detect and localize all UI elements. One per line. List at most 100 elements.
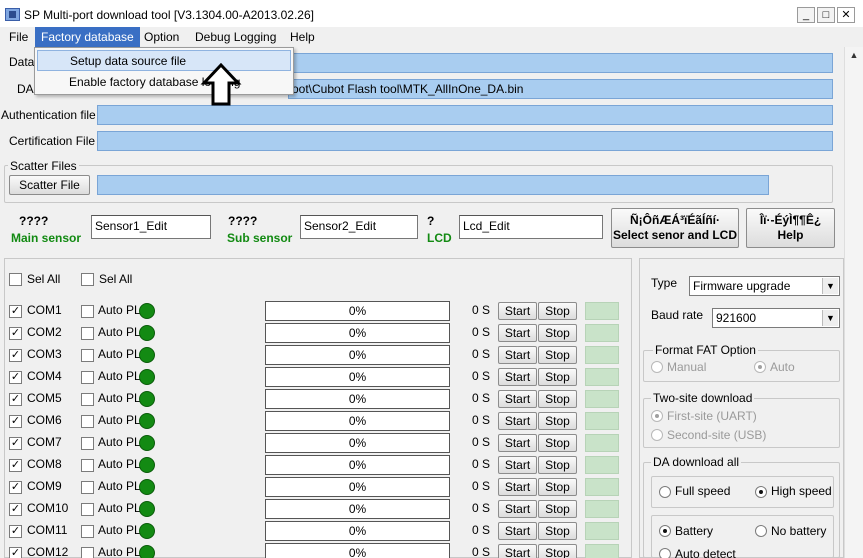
stop-button[interactable]: Stop xyxy=(538,346,577,364)
lcd-edit[interactable]: Lcd_Edit xyxy=(459,215,603,239)
com-checkbox[interactable]: ✓ xyxy=(9,547,22,558)
close-button[interactable]: ✕ xyxy=(837,7,855,23)
stop-button[interactable]: Stop xyxy=(538,500,577,518)
progress-bar: 0% xyxy=(265,367,450,387)
minimize-button[interactable]: _ xyxy=(797,7,815,23)
auto-pl-checkbox[interactable] xyxy=(81,415,94,428)
start-button[interactable]: Start xyxy=(498,368,537,386)
select-sensor-lcd-button[interactable]: Ñ¡ÔñÆÁ³ïÉãÍñí· Select senor and LCD xyxy=(611,208,739,248)
stop-button[interactable]: Stop xyxy=(538,522,577,540)
fat-auto-radio[interactable] xyxy=(754,361,766,373)
auto-pl-label: Auto PL xyxy=(98,325,141,339)
start-button[interactable]: Start xyxy=(498,324,537,342)
sensor1-edit[interactable]: Sensor1_Edit xyxy=(91,215,211,239)
certification-field[interactable] xyxy=(97,131,833,151)
auto-pl-label: Auto PL xyxy=(98,501,141,515)
menu-factory-database[interactable]: Factory database xyxy=(35,27,140,47)
stop-button[interactable]: Stop xyxy=(538,456,577,474)
menu-help[interactable]: Help xyxy=(284,27,321,47)
com-checkbox[interactable]: ✓ xyxy=(9,459,22,472)
auto-pl-checkbox[interactable] xyxy=(81,547,94,558)
start-button[interactable]: Start xyxy=(498,302,537,320)
main-sensor-label: Main sensor xyxy=(11,231,82,245)
menu-file[interactable]: File xyxy=(3,27,34,47)
auto-pl-label: Auto PL xyxy=(98,435,141,449)
scatter-file-field[interactable] xyxy=(97,175,769,195)
com-checkbox[interactable]: ✓ xyxy=(9,327,22,340)
first-site-radio[interactable] xyxy=(651,410,663,422)
auto-pl-checkbox[interactable] xyxy=(81,459,94,472)
com-checkbox[interactable]: ✓ xyxy=(9,371,22,384)
baud-rate-select[interactable]: 921600 ▼ xyxy=(712,308,840,328)
setup-data-source-item[interactable]: Setup data source file xyxy=(37,50,291,71)
vertical-scrollbar[interactable]: ▲ xyxy=(844,47,863,558)
com-checkbox[interactable]: ✓ xyxy=(9,481,22,494)
start-button[interactable]: Start xyxy=(498,390,537,408)
auto-pl-checkbox[interactable] xyxy=(81,349,94,362)
high-speed-radio[interactable] xyxy=(755,486,767,498)
com-label: COM7 xyxy=(27,435,62,449)
stop-button[interactable]: Stop xyxy=(538,324,577,342)
data-field[interactable] xyxy=(288,53,833,73)
com-checkbox[interactable]: ✓ xyxy=(9,503,22,516)
start-button[interactable]: Start xyxy=(498,522,537,540)
full-speed-radio[interactable] xyxy=(659,486,671,498)
menu-debug-logging[interactable]: Debug Logging xyxy=(189,27,282,47)
stop-button[interactable]: Stop xyxy=(538,412,577,430)
fat-manual-radio[interactable] xyxy=(651,361,663,373)
com-checkbox[interactable]: ✓ xyxy=(9,525,22,538)
battery-radio[interactable] xyxy=(659,525,671,537)
auto-pl-label: Auto PL xyxy=(98,347,141,361)
start-button[interactable]: Start xyxy=(498,456,537,474)
com-checkbox[interactable]: ✓ xyxy=(9,349,22,362)
no-battery-radio[interactable] xyxy=(755,525,767,537)
start-button[interactable]: Start xyxy=(498,500,537,518)
auto-pl-checkbox[interactable] xyxy=(81,481,94,494)
enable-logging-item[interactable]: Enable factory database logging xyxy=(37,72,291,93)
start-button[interactable]: Start xyxy=(498,434,537,452)
status-indicator-icon xyxy=(139,545,155,558)
select-all-auto-checkbox[interactable] xyxy=(81,273,94,286)
second-site-radio[interactable] xyxy=(651,429,663,441)
da-label: DA xyxy=(17,82,34,96)
auto-detect-radio[interactable] xyxy=(659,548,671,558)
start-button[interactable]: Start xyxy=(498,346,537,364)
stop-button[interactable]: Stop xyxy=(538,478,577,496)
type-select[interactable]: Firmware upgrade ▼ xyxy=(689,276,840,296)
authentication-label: Authentication file xyxy=(1,108,96,122)
auto-pl-checkbox[interactable] xyxy=(81,503,94,516)
stop-button[interactable]: Stop xyxy=(538,302,577,320)
select-all-com-checkbox[interactable] xyxy=(9,273,22,286)
com-checkbox[interactable]: ✓ xyxy=(9,305,22,318)
com-checkbox[interactable]: ✓ xyxy=(9,393,22,406)
elapsed-time: 0 S xyxy=(472,457,491,471)
com-label: COM9 xyxy=(27,479,62,493)
maximize-button[interactable]: □ xyxy=(817,7,835,23)
auto-pl-checkbox[interactable] xyxy=(81,305,94,318)
help-button[interactable]: Îï·-ÉýÌ¶¶Ê¿ Help xyxy=(746,208,835,248)
auto-pl-checkbox[interactable] xyxy=(81,525,94,538)
start-button[interactable]: Start xyxy=(498,412,537,430)
start-button[interactable]: Start xyxy=(498,478,537,496)
scatter-file-button[interactable]: Scatter File xyxy=(9,175,90,195)
auto-pl-checkbox[interactable] xyxy=(81,393,94,406)
chevron-down-icon: ▼ xyxy=(822,310,838,326)
authentication-field[interactable] xyxy=(97,105,833,125)
progress-bar: 0% xyxy=(265,433,450,453)
com-checkbox[interactable]: ✓ xyxy=(9,437,22,450)
stop-button[interactable]: Stop xyxy=(538,368,577,386)
sub-sensor-value: ???? xyxy=(228,214,258,228)
auto-pl-checkbox[interactable] xyxy=(81,327,94,340)
auto-pl-checkbox[interactable] xyxy=(81,371,94,384)
sensor2-edit[interactable]: Sensor2_Edit xyxy=(300,215,418,239)
com-checkbox[interactable]: ✓ xyxy=(9,415,22,428)
start-button[interactable]: Start xyxy=(498,544,537,558)
scroll-up-icon[interactable]: ▲ xyxy=(845,47,863,64)
da-path-field[interactable]: oot\Cubot Flash tool\MTK_AllInOne_DA.bin xyxy=(288,79,833,99)
progress-bar: 0% xyxy=(265,389,450,409)
stop-button[interactable]: Stop xyxy=(538,544,577,558)
menu-option[interactable]: Option xyxy=(138,27,185,47)
auto-pl-checkbox[interactable] xyxy=(81,437,94,450)
stop-button[interactable]: Stop xyxy=(538,434,577,452)
stop-button[interactable]: Stop xyxy=(538,390,577,408)
